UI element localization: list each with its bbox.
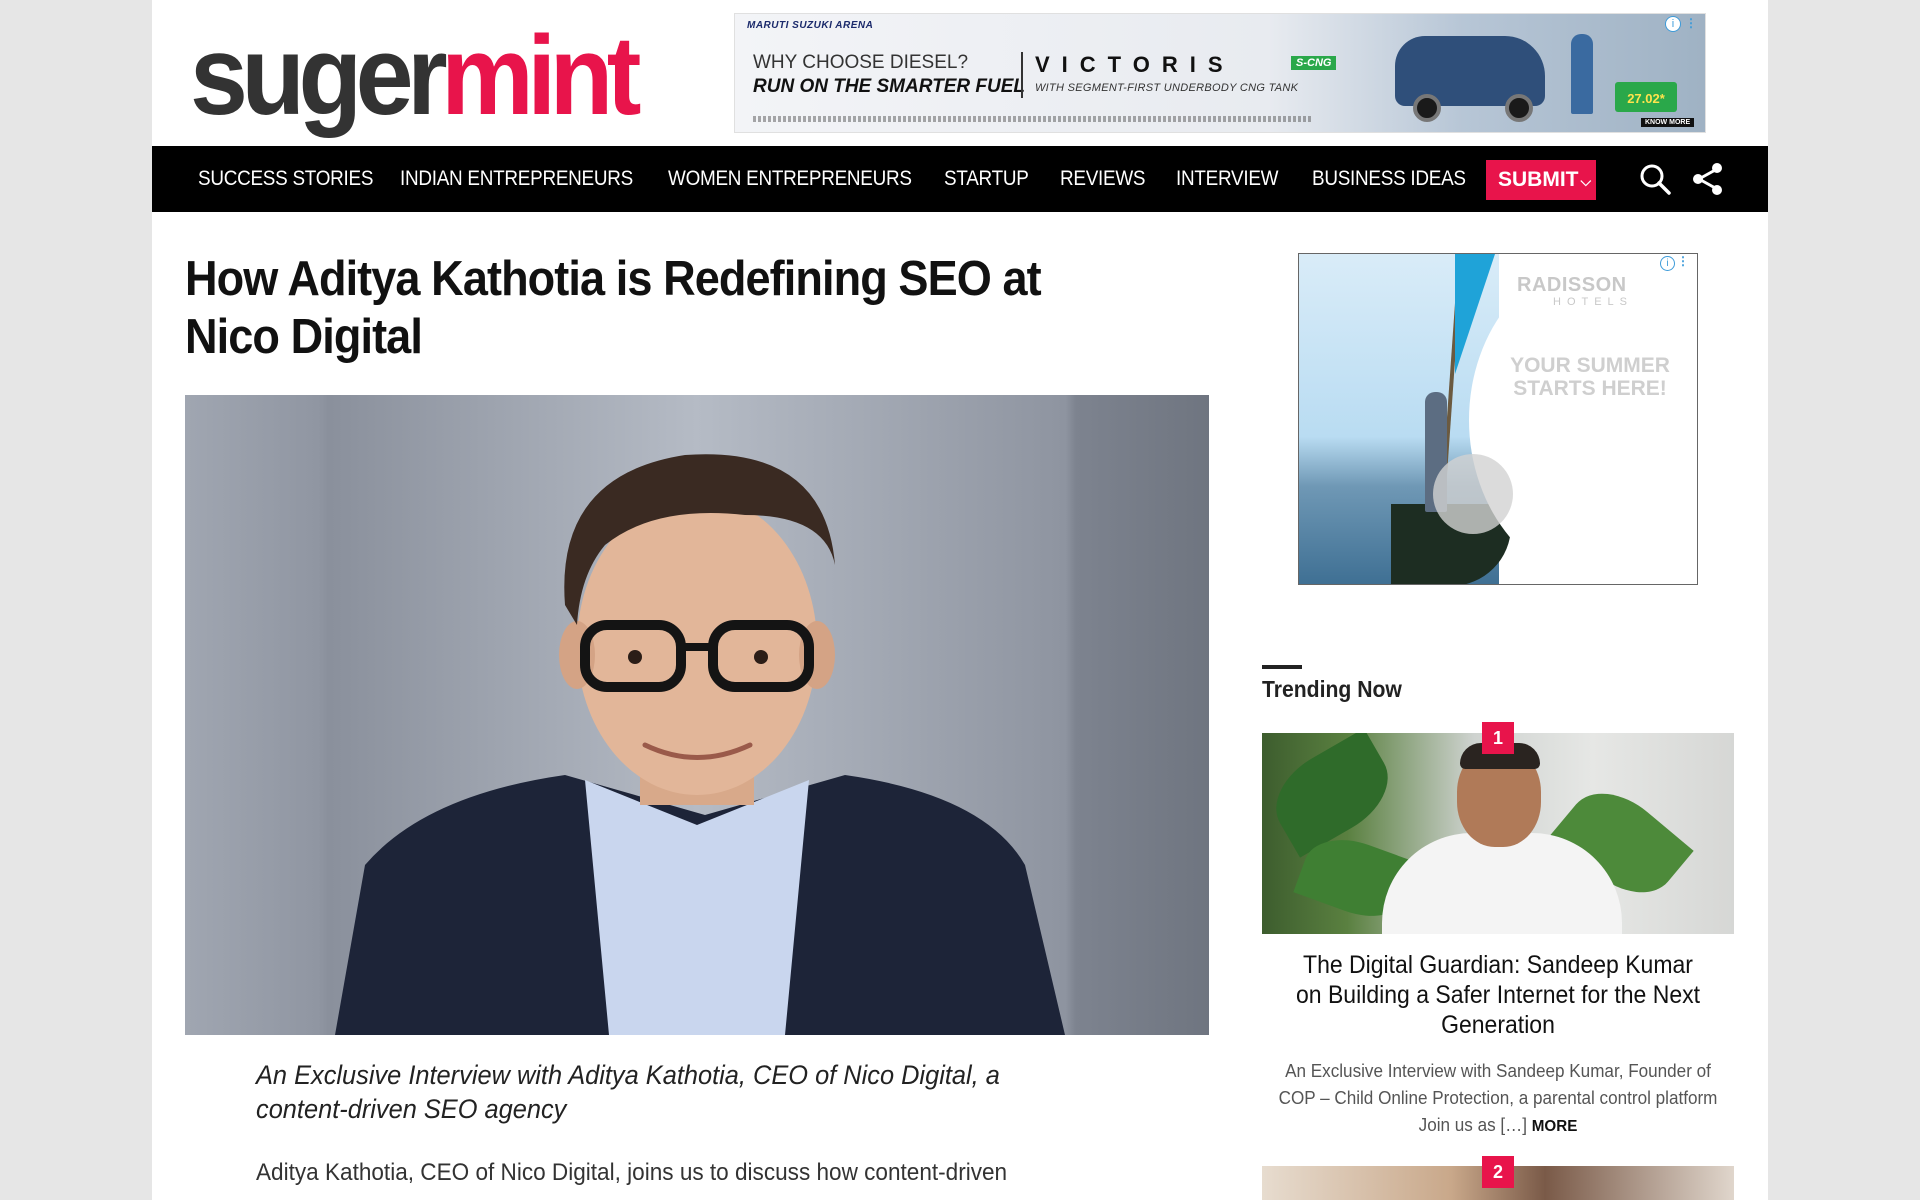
ad-brand-sub: HOTELS <box>1553 296 1634 308</box>
submit-button[interactable]: SUBMIT ⌵ <box>1486 160 1596 200</box>
info-icon[interactable]: i <box>1665 16 1681 32</box>
top-banner-ad[interactable]: MARUTI SUZUKI ARENA WHY CHOOSE DIESEL? R… <box>734 13 1706 133</box>
ad-tagline: WITH SEGMENT-FIRST UNDERBODY CNG TANK <box>1035 82 1299 94</box>
sidebar-ad[interactable]: RADISSON HOTELS YOUR SUMMER STARTS HERE!… <box>1298 253 1698 585</box>
nav-item-interview[interactable]: INTERVIEW <box>1176 146 1279 212</box>
site-logo[interactable]: sugermint <box>190 20 668 132</box>
ad-mileage-badge: 27.02* <box>1615 82 1677 112</box>
logo-part-mint: mint <box>441 13 641 138</box>
trending-item-excerpt: An Exclusive Interview with Sandeep Kuma… <box>1276 1058 1721 1140</box>
ad-divider <box>1021 52 1023 98</box>
ad-brand-radisson: RADISSON <box>1517 274 1627 296</box>
submit-label: SUBMIT <box>1498 168 1579 191</box>
more-vertical-icon[interactable]: ⋮ <box>1677 254 1689 268</box>
trending-item-image[interactable] <box>1262 733 1734 934</box>
ad-fine-print <box>753 116 1313 122</box>
portrait-illustration <box>335 454 1065 1035</box>
nav-item-reviews[interactable]: REVIEWS <box>1060 146 1146 212</box>
nav-item-startup[interactable]: STARTUP <box>944 146 1029 212</box>
ad-car-wheel <box>1413 94 1441 122</box>
nav-item-women-entrepreneurs[interactable]: WOMEN ENTREPRENEURS <box>668 146 912 212</box>
nav-item-success-stories[interactable]: SUCCESS STORIES <box>198 146 373 212</box>
ad-headline: YOUR SUMMER STARTS HERE! <box>1510 354 1670 400</box>
more-vertical-icon[interactable]: ⋮ <box>1685 16 1697 30</box>
main-nav: SUCCESS STORIES INDIAN ENTREPRENEURS WOM… <box>152 146 1768 212</box>
ad-play-circle <box>1433 454 1513 534</box>
info-icon[interactable]: i <box>1660 256 1675 271</box>
trending-rank-badge: 2 <box>1482 1156 1514 1188</box>
article-body-text: Aditya Kathotia, CEO of Nico Digital, jo… <box>256 1159 1008 1186</box>
ad-question: WHY CHOOSE DIESEL? <box>753 52 969 73</box>
trending-title: Trending Now <box>1262 676 1402 702</box>
ad-model: VICTORIS <box>1035 52 1235 77</box>
article-subtitle: An Exclusive Interview with Aditya Katho… <box>256 1060 1000 1124</box>
more-link[interactable]: MORE <box>1532 1118 1578 1135</box>
article-hero-image <box>185 395 1209 1035</box>
page: sugermint MARUTI SUZUKI ARENA WHY CHOOSE… <box>152 0 1768 1200</box>
ad-person-image <box>1571 34 1593 114</box>
excerpt-text: An Exclusive Interview with Sandeep Kuma… <box>1278 1061 1718 1135</box>
ad-cng-badge: S-CNG <box>1291 56 1337 70</box>
share-icon[interactable] <box>1690 161 1726 197</box>
nav-item-indian-entrepreneurs[interactable]: INDIAN ENTREPRENEURS <box>400 146 633 212</box>
search-icon[interactable] <box>1637 161 1673 197</box>
ad-car-wheel <box>1505 94 1533 122</box>
leaf-shape <box>1262 733 1404 858</box>
chevron-down-icon: ⌵ <box>1580 173 1592 189</box>
trending-rank-badge: 1 <box>1482 722 1514 754</box>
ad-know-more-button[interactable]: KNOW MORE <box>1641 118 1695 127</box>
ad-brand: MARUTI SUZUKI ARENA <box>747 20 874 31</box>
ad-headline: RUN ON THE SMARTER FUEL <box>753 76 1025 97</box>
article-title: How Aditya Kathotia is Redefining SEO at… <box>185 252 1042 364</box>
trending-item-headline[interactable]: The Digital Guardian: Sandeep Kumar on B… <box>1290 950 1706 1040</box>
logo-part-suger: suger <box>190 13 448 138</box>
trending-accent-bar <box>1262 665 1302 669</box>
logo-text: sugermint <box>190 20 641 132</box>
nav-item-business-ideas[interactable]: BUSINESS IDEAS <box>1312 146 1466 212</box>
